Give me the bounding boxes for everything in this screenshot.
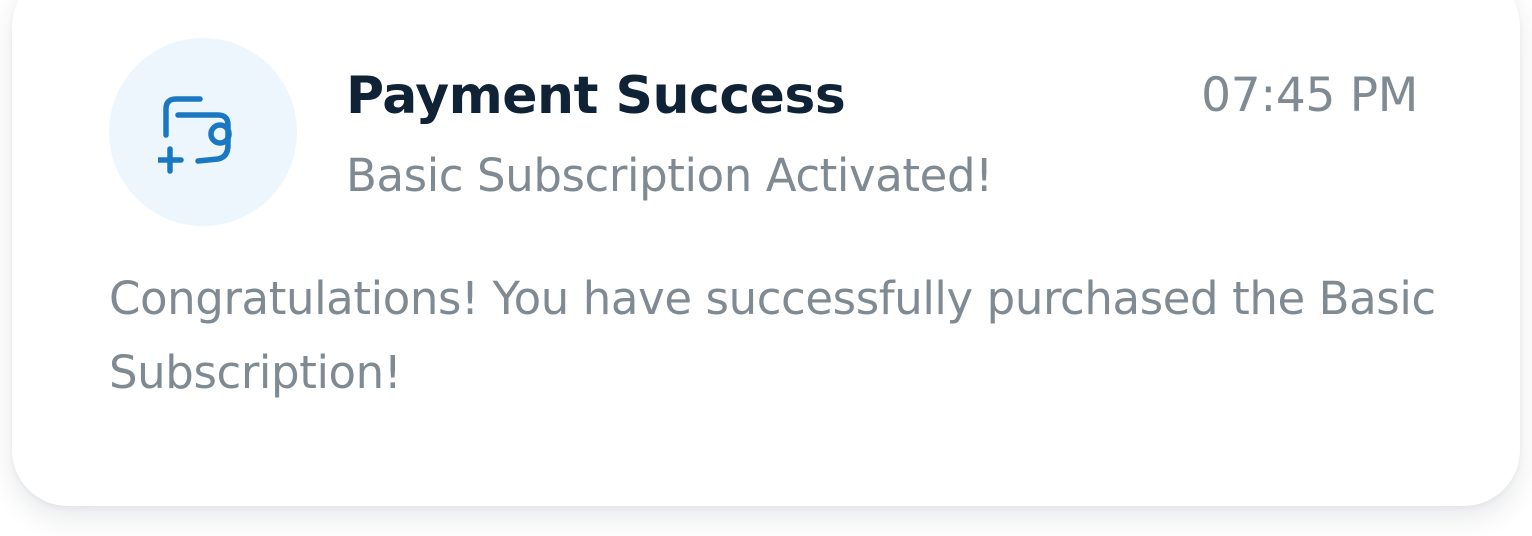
payment-wallet-icon bbox=[158, 87, 248, 177]
notification-message: Congratulations! You have successfully p… bbox=[109, 272, 1436, 399]
notification-time: 07:45 PM bbox=[1201, 68, 1418, 123]
notification-card[interactable]: Payment Success 07:45 PM Basic Subscript… bbox=[12, 0, 1520, 506]
notification-subtitle: Basic Subscription Activated! bbox=[346, 149, 993, 202]
icon-badge bbox=[109, 38, 297, 226]
notification-title: Payment Success bbox=[346, 66, 846, 126]
